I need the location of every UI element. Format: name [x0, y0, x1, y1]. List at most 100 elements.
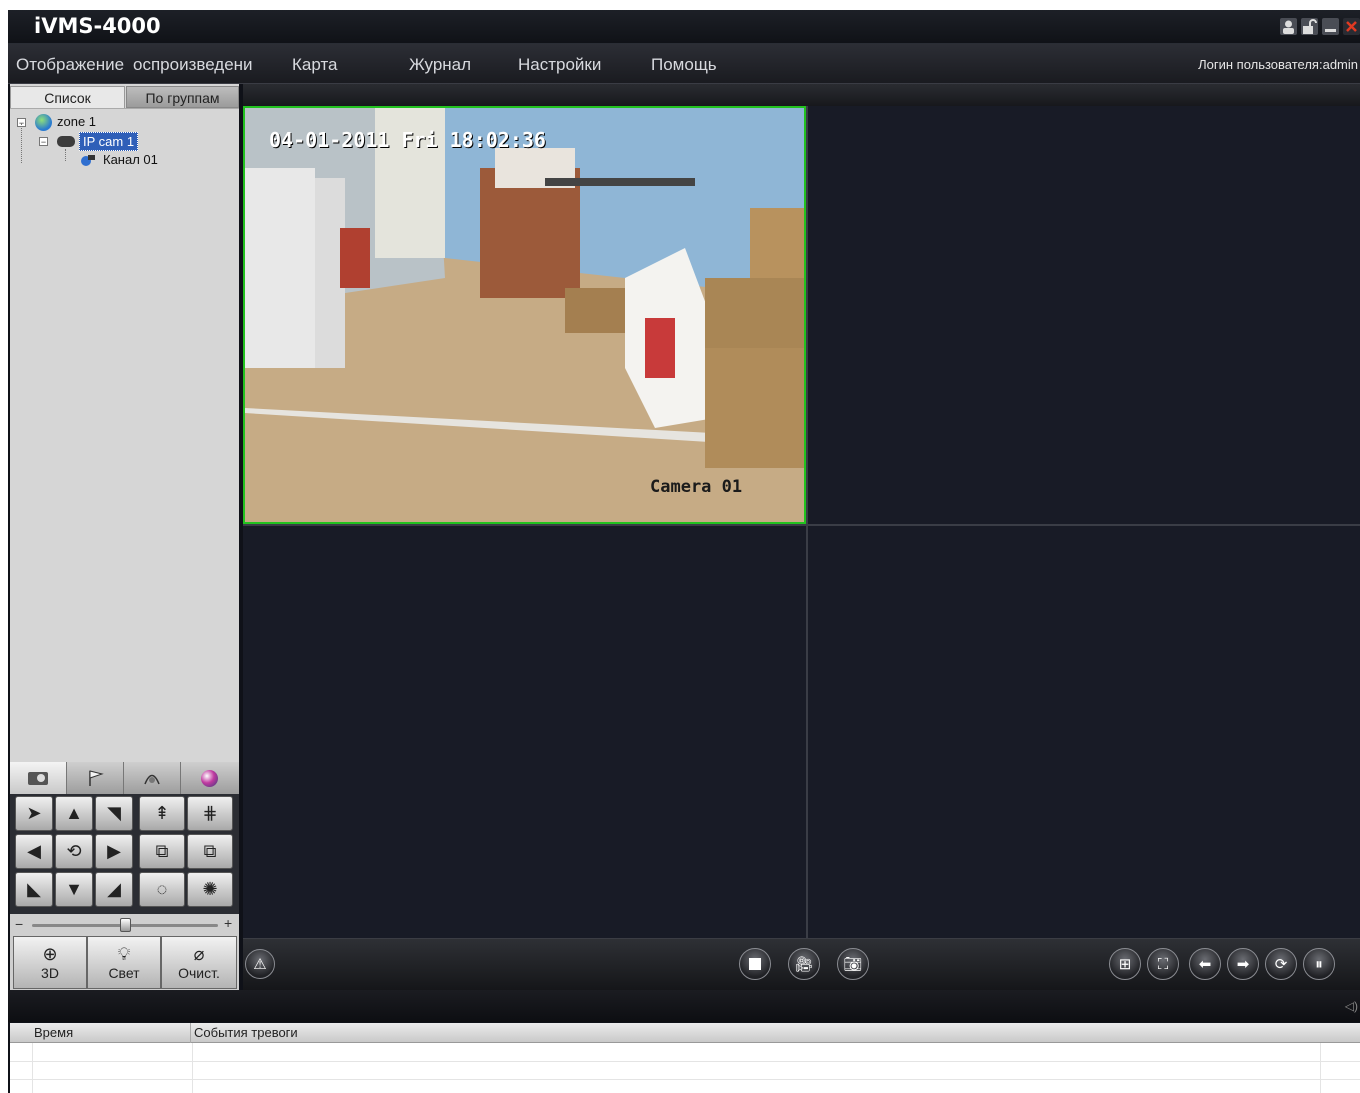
menu-log[interactable]: Журнал	[409, 55, 471, 75]
stop-all-button[interactable]	[739, 948, 771, 980]
menu-bar: Отображение оспроизведени Карта Журнал Н…	[8, 44, 1360, 84]
left-panel: Список По группам − zone 1 − IP cam 1 Ка…	[10, 84, 239, 991]
menu-playback[interactable]: оспроизведени	[133, 55, 253, 75]
layout-grid-icon: ⊞	[1118, 956, 1132, 973]
arrow-right-icon: ➡	[1236, 956, 1250, 973]
video-grid: 04-01-2011 Fri 18:02:36 Camera 01	[243, 106, 1360, 938]
arrow-right-icon: ▶	[107, 841, 121, 861]
video-cell-3[interactable]	[243, 526, 806, 938]
menu-help[interactable]: Помощь	[651, 55, 717, 75]
video-cell-4[interactable]	[808, 526, 1360, 938]
menu-map[interactable]: Карта	[292, 55, 338, 75]
zoom-3d-label: 3D	[41, 965, 59, 981]
ptz-auto-button[interactable]: ⟲	[55, 834, 93, 869]
alarm-bar: ◁)	[8, 990, 1360, 1022]
col-line	[32, 1043, 33, 1093]
camera-feed-image	[245, 108, 804, 522]
tree-line	[21, 123, 22, 163]
ptz-right-button[interactable]: ▶	[95, 834, 133, 869]
ptz-speed-slider[interactable]: − +	[10, 914, 239, 936]
iris-close-button[interactable]: ◌	[139, 872, 185, 907]
grid-divider-vertical	[806, 106, 808, 938]
ptz-down-left-button[interactable]: ◣	[15, 872, 53, 907]
slider-thumb[interactable]	[120, 918, 131, 932]
cycle-button[interactable]: ⟳	[1265, 948, 1297, 980]
column-time[interactable]: Время	[34, 1025, 73, 1040]
channel-camera-icon	[80, 153, 96, 167]
arrow-down-right-icon: ◢	[107, 879, 121, 899]
alarm-warning-button[interactable]: ⚠	[245, 949, 275, 979]
focus-near-button[interactable]: ⧉	[139, 834, 185, 869]
video-cell-1[interactable]: 04-01-2011 Fri 18:02:36 Camera 01	[243, 106, 806, 524]
ptz-left-button[interactable]: ◀	[15, 834, 53, 869]
speaker-icon[interactable]: ◁)	[1345, 999, 1358, 1013]
stop-cycle-button[interactable]: ⏸	[1303, 948, 1335, 980]
clear-label: Очист.	[178, 965, 220, 981]
col-line	[192, 1043, 193, 1093]
pause-cycle-icon: ⏸	[1315, 955, 1323, 973]
menu-display[interactable]: Отображение	[16, 55, 124, 75]
arrow-down-icon: ▼	[65, 879, 83, 899]
camera-snapshot-icon: 📷︎	[843, 956, 863, 973]
zoom-3d-button[interactable]: ⊕ 3D	[13, 936, 87, 989]
wiper-icon: ⌀	[193, 944, 205, 964]
tree-device[interactable]: IP cam 1	[79, 132, 139, 151]
color-adjust-tab-icon[interactable]	[181, 762, 238, 794]
light-button[interactable]: 💡︎ Свет	[87, 936, 161, 989]
tab-list[interactable]: Список	[10, 86, 125, 108]
zoom-wide-icon: ⋕	[202, 803, 218, 823]
column-alarm-events[interactable]: События тревоги	[194, 1025, 298, 1040]
ptz-control-tab-icon[interactable]	[10, 762, 67, 794]
minus-icon: −	[15, 916, 24, 932]
snapshot-button[interactable]: 📷︎	[837, 948, 869, 980]
user-icon[interactable]	[1280, 18, 1297, 35]
arrow-up-right-icon: ◥	[107, 803, 121, 823]
next-page-button[interactable]: ➡	[1227, 948, 1259, 980]
light-label: Свет	[108, 965, 140, 981]
arrow-up-left-icon: ➤	[26, 803, 42, 823]
ptz-down-right-button[interactable]: ◢	[95, 872, 133, 907]
tree-channel[interactable]: Канал 01	[103, 152, 158, 167]
ptz-down-button[interactable]: ▼	[55, 872, 93, 907]
patrol-tab-icon[interactable]	[124, 762, 181, 794]
iris-open-button[interactable]: ✺	[187, 872, 233, 907]
col-line	[1320, 1043, 1321, 1093]
globe-icon	[35, 114, 52, 131]
ptz-up-button[interactable]: ▲	[55, 796, 93, 831]
ptz-control-grid: ➤ ▲ ◥ ⇞ ⋕ ◀ ⟲ ▶ ⧉ ⧉ ◣ ▼ ◢ ◌ ✺	[10, 794, 239, 914]
cycle-icon: ⟳	[1274, 956, 1288, 973]
layout-button[interactable]: ⊞	[1109, 948, 1141, 980]
zoom-in-button[interactable]: ⇞	[139, 796, 185, 831]
lock-icon[interactable]	[1301, 18, 1318, 35]
prev-page-button[interactable]: ⬅	[1189, 948, 1221, 980]
close-icon[interactable]	[1343, 18, 1360, 35]
arrow-left-icon: ⬅	[1198, 956, 1212, 973]
plus-icon: +	[224, 915, 233, 931]
menu-settings[interactable]: Настройки	[518, 55, 601, 75]
magnifier-icon: ⊕	[42, 944, 58, 964]
arrow-left-icon: ◀	[27, 841, 41, 861]
tree-zone[interactable]: zone 1	[57, 114, 96, 129]
minimize-icon[interactable]	[1322, 18, 1339, 35]
app-title: iVMS-4000	[34, 14, 161, 38]
tree-line	[65, 149, 66, 161]
auto-rotate-icon: ⟲	[66, 841, 82, 861]
expand-device-icon[interactable]: −	[39, 137, 48, 147]
ptz-up-left-button[interactable]: ➤	[15, 796, 53, 831]
record-button[interactable]: 🎥︎	[788, 948, 820, 980]
clear-button[interactable]: ⌀ Очист.	[161, 936, 237, 989]
zoom-tele-icon: ⇞	[154, 803, 170, 823]
video-camera-icon: 🎥︎	[794, 956, 814, 973]
focus-far-icon: ⧉	[203, 841, 217, 861]
fullscreen-button[interactable]: ⛶	[1147, 948, 1179, 980]
preset-flag-tab-icon[interactable]	[67, 762, 124, 794]
bulb-icon: 💡︎	[117, 944, 131, 964]
row-line	[10, 1061, 1360, 1062]
zoom-out-button[interactable]: ⋕	[187, 796, 233, 831]
tab-groups[interactable]: По группам	[126, 86, 239, 108]
video-cell-2[interactable]	[808, 106, 1360, 524]
title-bar: iVMS-4000	[8, 10, 1360, 44]
ptz-up-right-button[interactable]: ◥	[95, 796, 133, 831]
preview-toolbar: ⚠ 🎥︎ 📷︎ ⊞ ⛶ ⬅ ➡ ⟳ ⏸	[243, 938, 1360, 990]
focus-far-button[interactable]: ⧉	[187, 834, 233, 869]
